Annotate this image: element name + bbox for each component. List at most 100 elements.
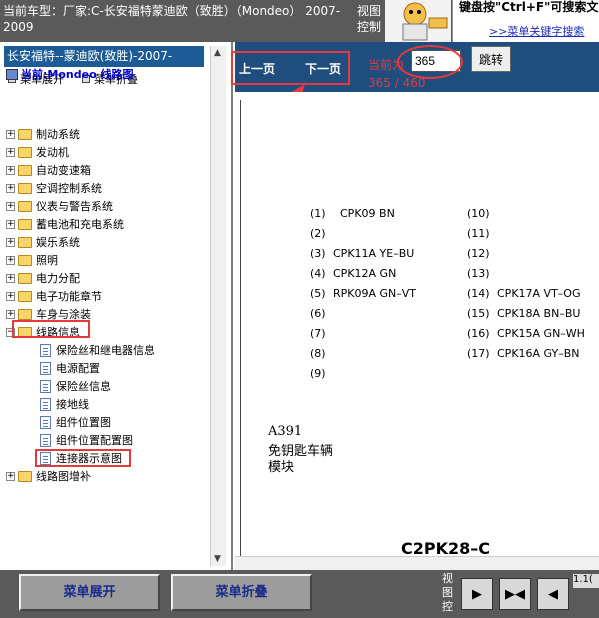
pin-number: (10) — [467, 207, 490, 220]
folder-icon — [18, 308, 32, 320]
expand-icon[interactable]: + — [6, 183, 15, 193]
expand-icon[interactable]: + — [6, 165, 15, 175]
pin-number: (2) — [310, 227, 326, 240]
highlight-page-input — [397, 45, 463, 79]
folder-icon — [18, 236, 32, 248]
tree-category-label: 蓄电池和充电系统 — [36, 218, 124, 231]
tree-category[interactable]: + 娱乐系统 — [6, 234, 80, 250]
pin-number: (5) — [310, 287, 326, 300]
search-tip-box: 键盘按"Ctrl+F"可搜索文字! >>菜单关键字搜索 — [452, 0, 599, 42]
expand-icon[interactable]: + — [6, 147, 15, 157]
tree-category[interactable]: + 线路图增补 — [6, 468, 91, 484]
pin-number: (3) — [310, 247, 326, 260]
tree-leaf-label: 电源配置 — [56, 362, 100, 375]
view-control-label[interactable]: 视图控制 — [357, 3, 383, 35]
menu-expand-button[interactable]: 菜单展开 — [19, 574, 160, 611]
tree-category[interactable]: + 制动系统 — [6, 126, 80, 142]
tree-category[interactable]: + 仪表与警告系统 — [6, 198, 113, 214]
arrow-left-icon: ◀ — [548, 586, 558, 602]
document-icon — [40, 343, 51, 357]
folder-icon — [18, 290, 32, 302]
document-icon — [40, 379, 51, 393]
menu-collapse-button[interactable]: 菜单折叠 — [171, 574, 312, 611]
tree-category[interactable]: + 电力分配 — [6, 270, 80, 286]
tree-category-label: 仪表与警告系统 — [36, 200, 113, 213]
document-hscrollbar[interactable] — [235, 556, 599, 570]
folder-icon — [18, 272, 32, 284]
tree-leaf[interactable]: 保险丝信息 — [40, 378, 111, 394]
pin-number: (7) — [310, 327, 326, 340]
expand-icon[interactable]: + — [6, 471, 15, 481]
expand-icon[interactable]: + — [6, 273, 15, 283]
pin-number: (15) — [467, 307, 490, 320]
tree-root[interactable]: 当前:Mondeo 线路图 — [6, 66, 133, 82]
view-left-button[interactable]: ◀ — [537, 578, 569, 610]
pin-number: (1) — [310, 207, 326, 220]
scroll-down-icon[interactable]: ▼ — [214, 554, 221, 564]
tree-leaf[interactable]: 组件位置配置图 — [40, 432, 133, 448]
tree-category[interactable]: + 自动变速箱 — [6, 162, 91, 178]
mascot-image — [385, 0, 451, 42]
tree-category[interactable]: + 空调控制系统 — [6, 180, 102, 196]
tree-category[interactable]: + 照明 — [6, 252, 58, 268]
view-right-button[interactable]: ▶ — [461, 578, 493, 610]
tree-leaf[interactable]: 接地线 — [40, 396, 89, 412]
expand-icon[interactable]: + — [6, 129, 15, 139]
mascot-icon — [402, 2, 448, 41]
tree-leaf[interactable]: 保险丝和继电器信息 — [40, 342, 155, 358]
document-icon — [40, 433, 51, 447]
split-arrows-icon: ▶◀ — [505, 586, 525, 602]
tree-category-label: 娱乐系统 — [36, 236, 80, 249]
search-tip-text: 键盘按"Ctrl+F"可搜索文字! — [459, 0, 599, 14]
tree-leaf-label: 保险丝信息 — [56, 380, 111, 393]
jump-button[interactable]: 跳转 — [471, 46, 511, 72]
top-header: 当前车型：厂家:C-长安福特蒙迪欧（致胜）（Mondeo） 2007-2009 … — [0, 0, 599, 42]
tree-category-label: 电力分配 — [36, 272, 80, 285]
highlight-connector-diagram — [35, 449, 131, 467]
highlight-wiring-info — [12, 320, 90, 338]
expand-icon[interactable]: + — [6, 237, 15, 247]
pin-number: (17) — [467, 347, 490, 360]
folder-icon — [18, 182, 32, 194]
tree-category-label: 自动变速箱 — [36, 164, 91, 177]
scroll-up-icon[interactable]: ▲ — [214, 48, 221, 58]
expand-icon[interactable]: + — [6, 291, 15, 301]
folder-icon — [18, 146, 32, 158]
document-icon — [40, 397, 51, 411]
pin-circuit: CPK09 BN — [340, 207, 395, 220]
view-split-button[interactable]: ▶◀ — [499, 578, 531, 610]
version-label: 1.1( — [573, 574, 599, 588]
document-icon — [40, 361, 51, 375]
vehicle-title: 当前车型：厂家:C-长安福特蒙迪欧（致胜）（Mondeo） 2007-2009 — [3, 4, 341, 34]
expand-icon[interactable]: + — [6, 219, 15, 229]
tree-leaf-label: 接地线 — [56, 398, 89, 411]
pin-number: (14) — [467, 287, 490, 300]
tree-scrollbar[interactable]: ▲ ▼ — [210, 46, 226, 566]
folder-icon — [18, 200, 32, 212]
pin-circuit: CPK16A GY–BN — [497, 347, 580, 360]
keyword-search-link[interactable]: >>菜单关键字搜索 — [489, 23, 584, 39]
tree-category-label: 空调控制系统 — [36, 182, 102, 195]
pin-number: (8) — [310, 347, 326, 360]
tree-leaf[interactable]: 组件位置图 — [40, 414, 111, 430]
component-code: A391 — [268, 424, 303, 439]
tree-category[interactable]: + 蓄电池和充电系统 — [6, 216, 124, 232]
bottom-bar: 菜单展开 菜单折叠 视图控 ▶ ▶◀ ◀ 1.1( — [0, 570, 599, 618]
pin-number: (16) — [467, 327, 490, 340]
tree-leaf[interactable]: 电源配置 — [40, 360, 100, 376]
pin-circuit: CPK15A GN–WH — [497, 327, 585, 340]
tree-category[interactable]: + 发动机 — [6, 144, 69, 160]
expand-icon[interactable]: + — [6, 255, 15, 265]
tree-leaf-label: 保险丝和继电器信息 — [56, 344, 155, 357]
pin-circuit: CPK18A BN–BU — [497, 307, 581, 320]
pin-number: (9) — [310, 367, 326, 380]
pin-number: (12) — [467, 247, 490, 260]
computer-icon — [6, 68, 18, 80]
pin-number: (11) — [467, 227, 490, 240]
tree-category[interactable]: + 电子功能章节 — [6, 288, 102, 304]
pin-circuit: CPK12A GN — [333, 267, 397, 280]
expand-icon[interactable]: + — [6, 201, 15, 211]
page-counter: 365 / 460 — [368, 76, 426, 90]
expand-icon[interactable]: + — [6, 309, 15, 319]
folder-icon — [18, 218, 32, 230]
